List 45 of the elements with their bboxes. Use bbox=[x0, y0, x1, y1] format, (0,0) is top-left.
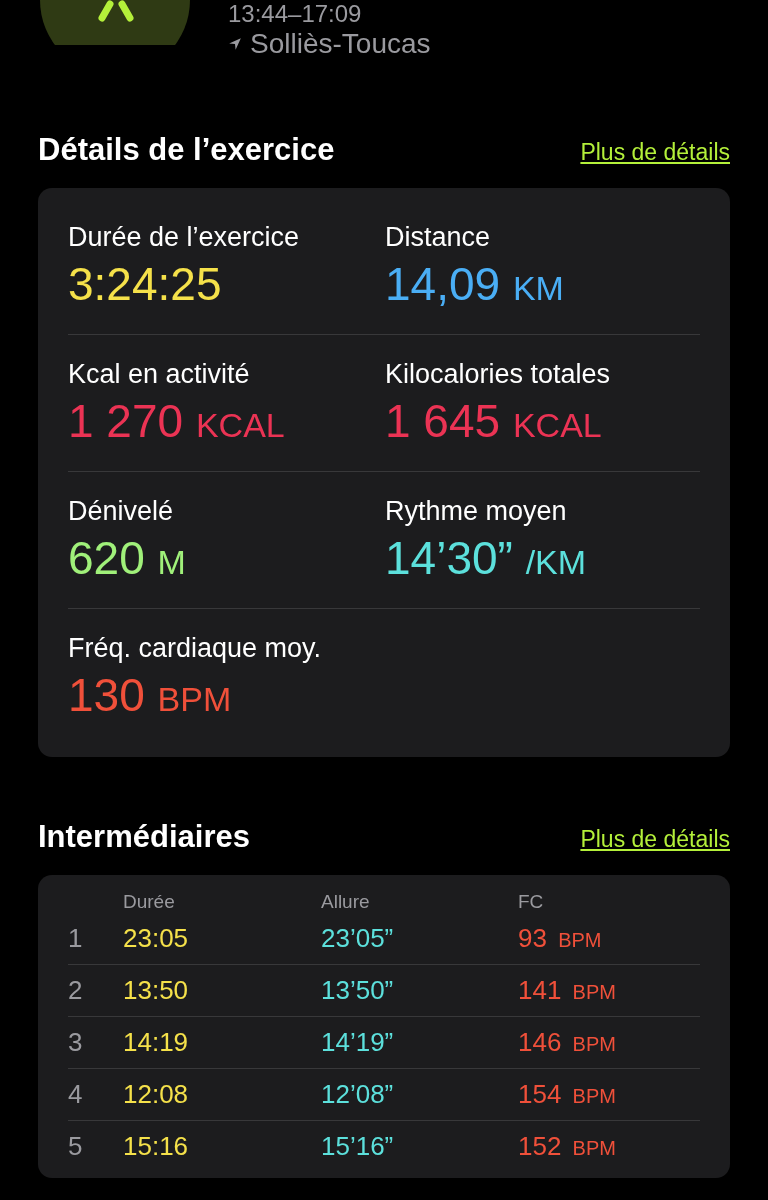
split-number: 2 bbox=[68, 975, 84, 1006]
metric-label: Rythme moyen bbox=[385, 496, 568, 527]
metric-label: Fréq. cardiaque moy. bbox=[68, 633, 323, 664]
split-number: 3 bbox=[68, 1027, 84, 1058]
metric-label: Dénivelé bbox=[68, 496, 175, 527]
split-heart-rate: 93 BPM bbox=[518, 923, 603, 954]
workout-time: 13:44–17:09 bbox=[228, 0, 363, 28]
split-duration: 23:05 bbox=[123, 923, 190, 954]
location-name: Solliès-Toucas bbox=[250, 28, 431, 60]
workout-icon bbox=[40, 0, 190, 45]
split-duration: 15:16 bbox=[123, 1131, 190, 1162]
split-duration: 13:50 bbox=[123, 975, 190, 1006]
metric-label: Distance bbox=[385, 222, 492, 253]
section-title: Intermédiaires bbox=[38, 819, 250, 855]
metric-value: 130 BPM bbox=[68, 668, 233, 722]
split-duration: 14:19 bbox=[123, 1027, 190, 1058]
split-number: 1 bbox=[68, 923, 84, 954]
split-pace: 23’05” bbox=[321, 923, 395, 954]
metric-value: 1 645 KCAL bbox=[385, 394, 603, 448]
section-title: Détails de l’exercice bbox=[38, 132, 335, 168]
more-details-link[interactable]: Plus de détails bbox=[580, 826, 730, 853]
metric-label: Durée de l’exercice bbox=[68, 222, 301, 253]
column-header: Allure bbox=[321, 891, 371, 913]
split-pace: 14’19” bbox=[321, 1027, 395, 1058]
split-heart-rate: 152 BPM bbox=[518, 1131, 617, 1162]
split-duration: 12:08 bbox=[123, 1079, 190, 1110]
metric-value: 14,09 KM bbox=[385, 257, 565, 311]
split-number: 5 bbox=[68, 1131, 84, 1162]
metric-value: 3:24:25 bbox=[68, 257, 223, 311]
metric-value: 14’30” /KM bbox=[385, 531, 588, 585]
split-heart-rate: 141 BPM bbox=[518, 975, 617, 1006]
column-header: FC bbox=[518, 891, 545, 913]
location-arrow-icon bbox=[228, 37, 242, 51]
metric-label: Kilocalories totales bbox=[385, 359, 612, 390]
split-pace: 12’08” bbox=[321, 1079, 395, 1110]
split-heart-rate: 146 BPM bbox=[518, 1027, 617, 1058]
split-heart-rate: 154 BPM bbox=[518, 1079, 617, 1110]
metric-label: Kcal en activité bbox=[68, 359, 251, 390]
metric-value: 620 M bbox=[68, 531, 187, 585]
metric-value: 1 270 KCAL bbox=[68, 394, 286, 448]
split-pace: 13’50” bbox=[321, 975, 395, 1006]
split-pace: 15’16” bbox=[321, 1131, 395, 1162]
split-number: 4 bbox=[68, 1079, 84, 1110]
more-details-link[interactable]: Plus de détails bbox=[580, 139, 730, 166]
column-header: Durée bbox=[123, 891, 176, 913]
